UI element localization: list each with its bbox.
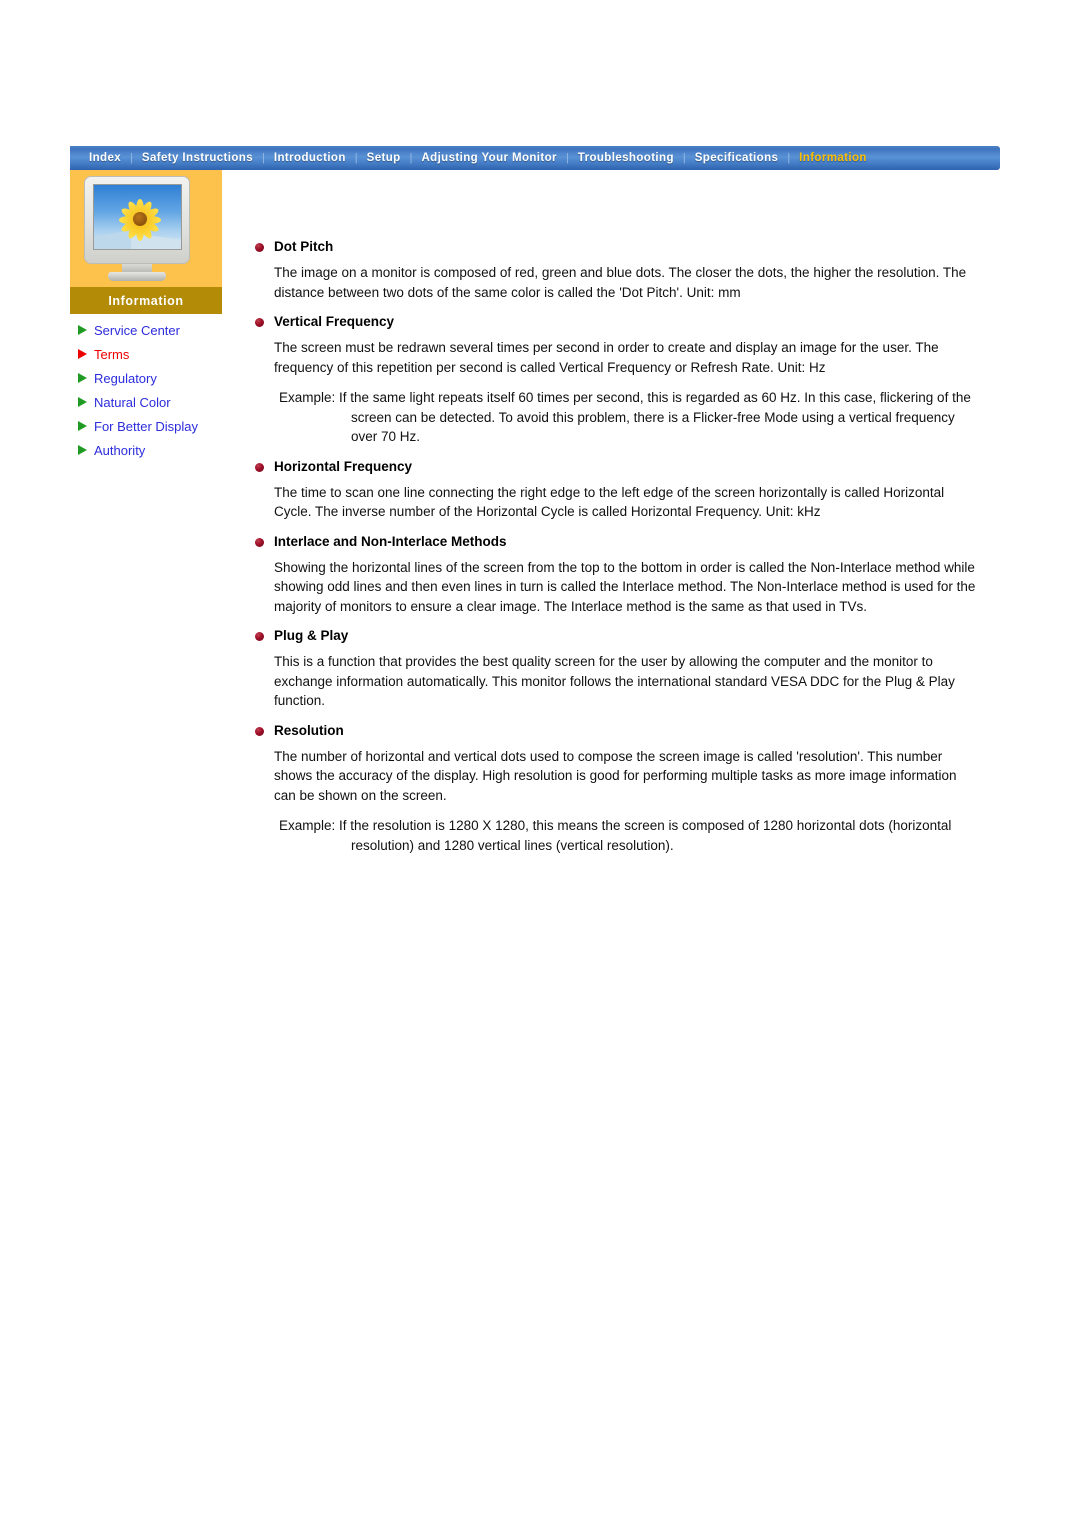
nav-item-setup[interactable]: Setup <box>358 146 410 170</box>
sidebar-item-label: Authority <box>94 442 146 458</box>
section-body-text: This is a function that provides the bes… <box>274 654 955 708</box>
section-heading: Plug & Play <box>255 627 980 645</box>
sidebar-item-service-center[interactable]: Service Center <box>78 318 222 342</box>
arrow-right-icon <box>78 349 87 359</box>
sidebar-links: Service Center Terms Regulatory Natural Col… <box>70 318 222 462</box>
nav-separator: | <box>130 152 133 164</box>
nav-separator: | <box>262 152 265 164</box>
nav-separator: | <box>682 152 686 164</box>
section-body-text: The screen must be redrawn several times… <box>274 340 939 375</box>
nav-separator: | <box>565 152 569 164</box>
sunflower-icon <box>118 197 162 241</box>
nav-item-introduction[interactable]: Introduction <box>265 146 355 170</box>
section-title: Horizontal Frequency <box>274 458 413 474</box>
section-body-text: The image on a monitor is composed of re… <box>274 265 967 300</box>
sidebar-item-label: For Better Display <box>94 418 199 434</box>
content-section: Interlace and Non-Interlace Methods Showi… <box>255 533 980 617</box>
sidebar-item-label: Service Center <box>94 322 180 338</box>
section-example-text: Example: If the same light repeats itsel… <box>279 390 971 444</box>
sidebar-item-label: Natural Color <box>94 394 171 410</box>
main-navigation-bar: Index | Safety Instructions | Introduction | S… <box>70 146 1000 170</box>
section-title: Plug & Play <box>274 628 349 643</box>
monitor-bezel <box>84 176 190 264</box>
nav-item-index[interactable]: Index <box>80 146 130 170</box>
monitor-illustration <box>84 176 194 281</box>
sidebar-item-terms[interactable]: Terms <box>78 342 222 366</box>
monitor-base <box>108 272 166 281</box>
sidebar-item-natural-color[interactable]: Natural Color <box>78 390 222 414</box>
bullet-dot-icon <box>255 726 264 736</box>
sidebar-item-authority[interactable]: Authority <box>78 438 222 462</box>
nav-separator: | <box>409 152 413 164</box>
section-body-text: The number of horizontal and vertical do… <box>274 748 957 803</box>
content-section: Dot Pitch The image on a monitor is compo… <box>255 238 980 302</box>
nav-item-information[interactable]: Information <box>790 146 876 170</box>
section-example-text: Example: If the resolution is 1280 X 128… <box>279 818 952 853</box>
bullet-dot-icon <box>255 632 264 641</box>
bullet-dot-icon <box>255 318 264 327</box>
section-title: Dot Pitch <box>274 239 334 254</box>
sidebar-item-for-better-display[interactable]: For Better Display <box>78 414 222 438</box>
section-heading: Resolution <box>255 722 980 740</box>
section-title: Resolution <box>274 722 344 738</box>
sidebar-item-regulatory[interactable]: Regulatory <box>78 366 222 390</box>
section-title: Vertical Frequency <box>274 314 395 329</box>
nav-item-troubleshooting[interactable]: Troubleshooting <box>569 146 683 170</box>
content-section: Horizontal Frequency The time to scan one… <box>255 458 980 522</box>
sidebar-caption: Information <box>70 287 222 314</box>
arrow-right-icon <box>78 373 87 383</box>
content-section: Vertical Frequency The screen must be red… <box>255 313 980 447</box>
section-title: Interlace and Non-Interlace Methods <box>274 533 507 549</box>
arrow-right-icon <box>78 421 87 431</box>
sidebar: Information Service Center Terms Regulator… <box>70 170 252 462</box>
nav-item-safety-instructions[interactable]: Safety Instructions <box>133 146 262 170</box>
sunflower-center <box>133 212 147 226</box>
section-body-text: The time to scan one line connecting the… <box>274 484 945 520</box>
arrow-right-icon <box>78 397 87 407</box>
section-heading: Interlace and Non-Interlace Methods <box>255 533 980 551</box>
panel-corner-notch <box>222 170 252 246</box>
nav-item-specifications[interactable]: Specifications <box>686 146 788 170</box>
section-heading: Vertical Frequency <box>255 313 980 331</box>
nav-separator: | <box>354 152 358 164</box>
section-heading: Horizontal Frequency <box>255 458 980 476</box>
content-section: Resolution The number of horizontal and v… <box>255 722 980 856</box>
arrow-right-icon <box>78 325 87 335</box>
nav-item-adjusting-your-monitor[interactable]: Adjusting Your Monitor <box>412 146 566 170</box>
arrow-right-icon <box>78 445 87 455</box>
sidebar-hero-panel: Information <box>70 170 252 314</box>
section-body-text: Showing the horizontal lines of the scre… <box>274 559 976 614</box>
sidebar-item-label: Regulatory <box>94 370 157 386</box>
bullet-dot-icon <box>255 243 264 252</box>
monitor-screen <box>93 184 182 250</box>
sidebar-item-label: Terms <box>94 346 130 362</box>
main-content: Dot Pitch The image on a monitor is compo… <box>255 238 980 866</box>
nav-separator: | <box>787 152 791 164</box>
bullet-dot-icon <box>255 537 264 547</box>
bullet-dot-icon <box>255 462 264 472</box>
content-section: Plug & Play This is a function that provi… <box>255 627 980 711</box>
section-heading: Dot Pitch <box>255 238 980 256</box>
